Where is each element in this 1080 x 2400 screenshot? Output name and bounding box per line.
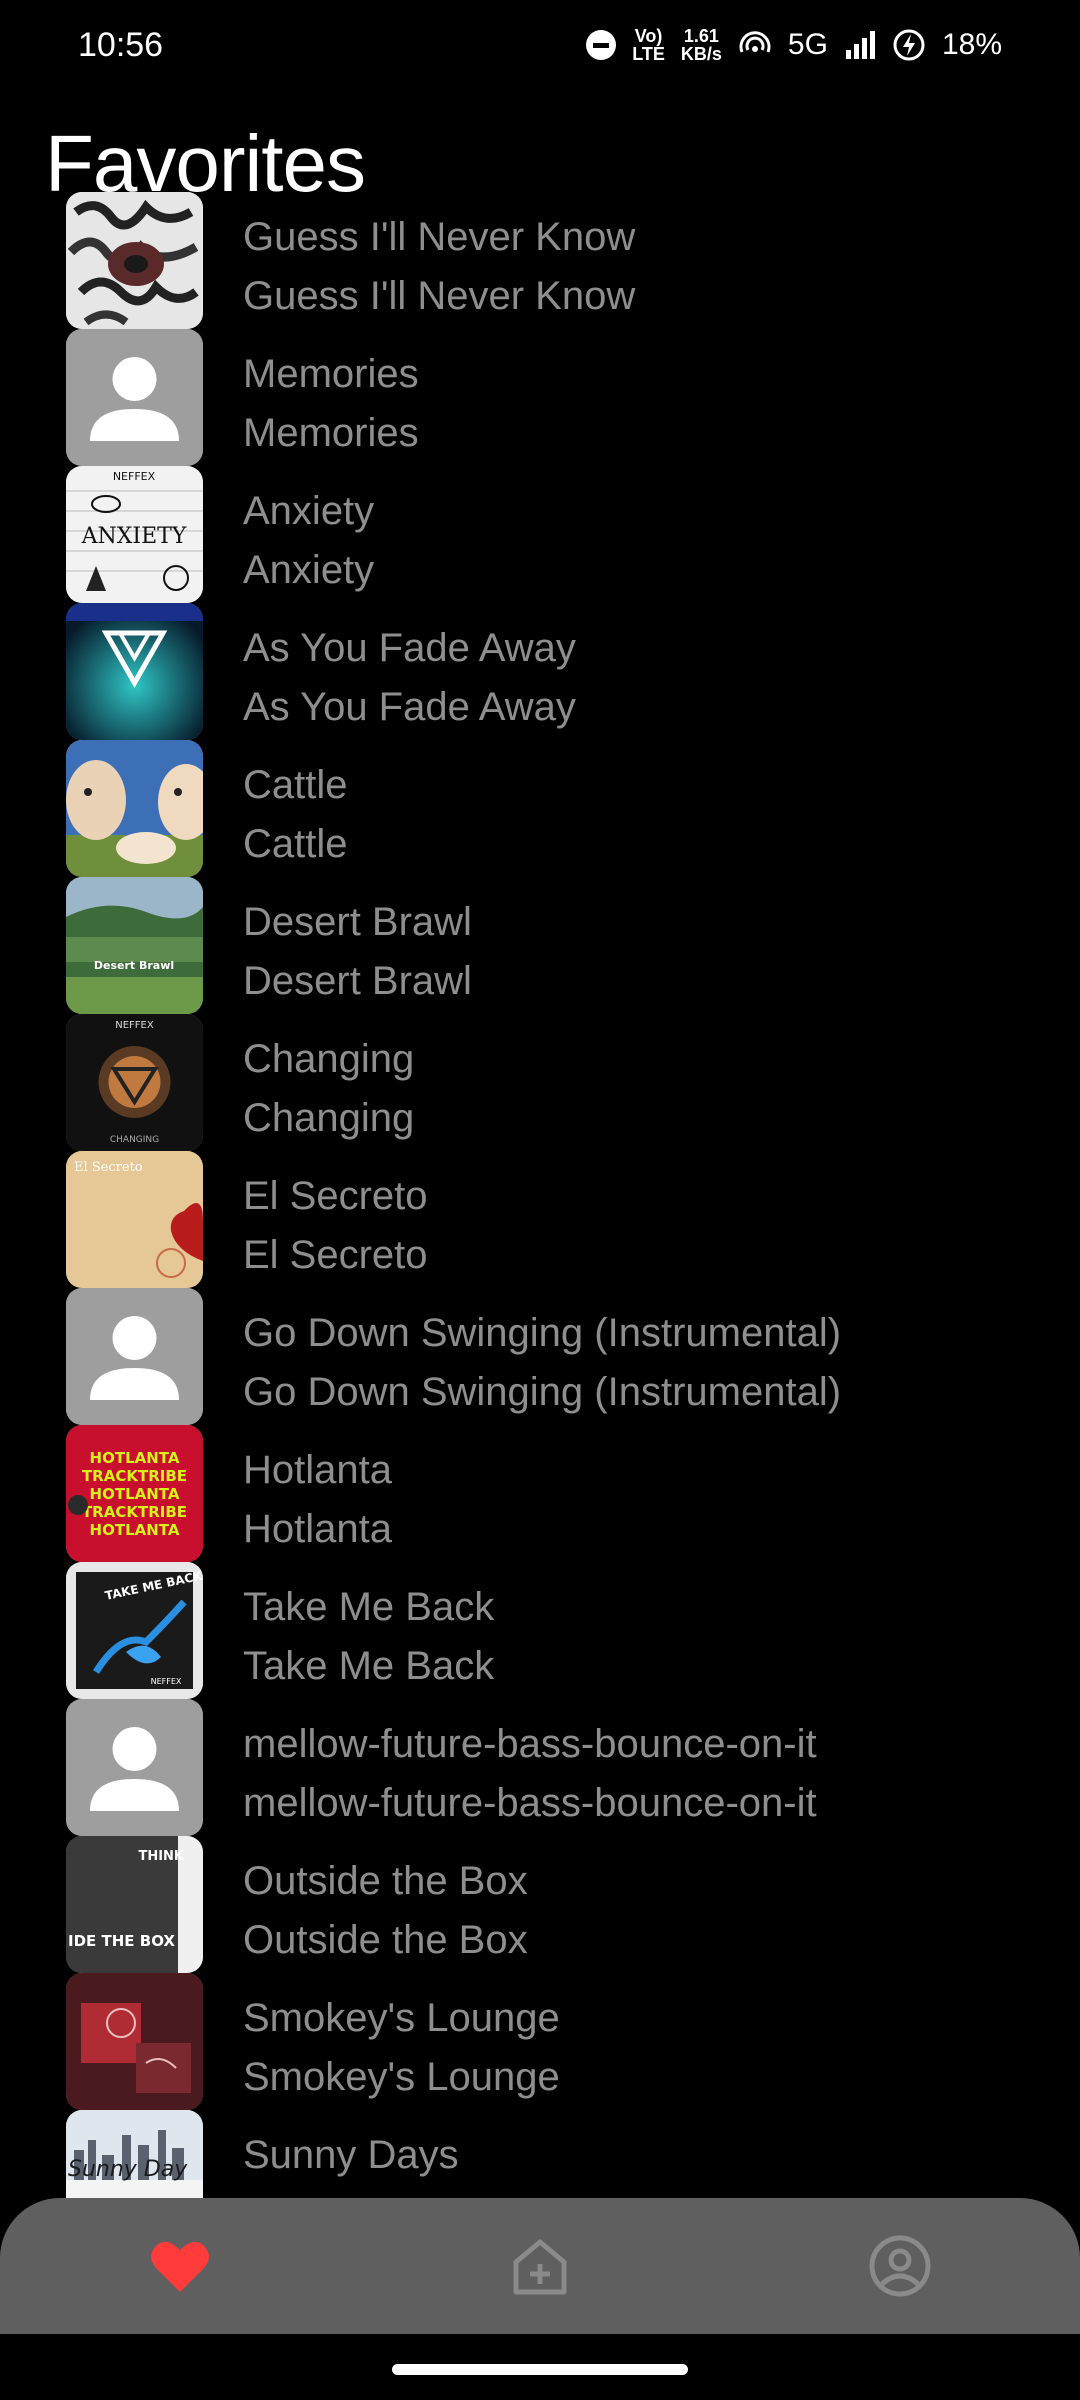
hotspot-icon xyxy=(738,30,772,60)
song-item[interactable]: El Secreto El Secreto El Secreto xyxy=(0,1151,1080,1288)
song-item[interactable]: As You Fade Away As You Fade Away xyxy=(0,603,1080,740)
home-add-icon xyxy=(513,2239,567,2295)
person-placeholder-icon xyxy=(66,329,203,466)
album-art: Sunny Day xyxy=(66,2110,203,2198)
album-art xyxy=(66,329,203,466)
song-title: mellow-future-bass-bounce-on-it xyxy=(243,1722,817,1766)
bottom-navigation xyxy=(0,2198,1080,2334)
song-item[interactable]: mellow-future-bass-bounce-on-it mellow-f… xyxy=(0,1699,1080,1836)
album-art: El Secreto xyxy=(66,1151,203,1288)
svg-text:HOTLANTA: HOTLANTA xyxy=(90,1485,180,1503)
nav-favorites-button[interactable] xyxy=(130,2216,230,2316)
song-title: Go Down Swinging (Instrumental) xyxy=(243,1311,842,1355)
album-art: NEFFEX ANXIETY xyxy=(66,466,203,603)
svg-text:HOTLANTA: HOTLANTA xyxy=(90,1449,180,1467)
song-artist: Anxiety xyxy=(243,548,375,592)
signal-icon xyxy=(844,30,876,60)
song-title: Hotlanta xyxy=(243,1448,392,1492)
album-art: TAKE ME BACK NEFFEX xyxy=(66,1562,203,1699)
svg-text:Sunny Day: Sunny Day xyxy=(68,2157,188,2182)
status-bar: 10:56 Vo) LTE 1.61 KB/s 5G 18% xyxy=(0,0,1080,90)
person-placeholder-icon xyxy=(66,1288,203,1425)
song-item[interactable]: HOTLANTA TRACKTRIBE HOTLANTA TRACKTRIBE … xyxy=(0,1425,1080,1562)
song-title: Desert Brawl xyxy=(243,900,472,944)
album-art: NEFFEX CHANGING xyxy=(66,1014,203,1151)
song-artist: mellow-future-bass-bounce-on-it xyxy=(243,1781,817,1825)
song-artist: Memories xyxy=(243,411,419,455)
svg-text:CHANGING: CHANGING xyxy=(110,1135,159,1145)
song-item[interactable]: Memories Memories xyxy=(0,329,1080,466)
song-artist: Desert Brawl xyxy=(243,959,472,1003)
song-title: Guess I'll Never Know xyxy=(243,215,636,259)
page-title: Favorites xyxy=(45,119,366,208)
favorites-list[interactable]: Guess I'll Never Know Guess I'll Never K… xyxy=(0,192,1080,2198)
status-icons: Vo) LTE 1.61 KB/s 5G 18% xyxy=(586,27,1002,63)
album-art xyxy=(66,1699,203,1836)
album-art xyxy=(66,1973,203,2110)
profile-icon xyxy=(869,2235,931,2297)
svg-text:ANXIETY: ANXIETY xyxy=(81,524,187,549)
svg-text:NEFFEX: NEFFEX xyxy=(151,1677,182,1686)
song-item[interactable]: NEFFEX CHANGING Changing Changing xyxy=(0,1014,1080,1151)
song-artist: Sunny Days xyxy=(243,2185,459,2198)
song-item[interactable]: Go Down Swinging (Instrumental) Go Down … xyxy=(0,1288,1080,1425)
album-art xyxy=(66,603,203,740)
heart-icon xyxy=(151,2241,209,2292)
song-item[interactable]: THINK IDE THE BOX Outside the Box Outsid… xyxy=(0,1836,1080,1973)
song-item[interactable]: Cattle Cattle xyxy=(0,740,1080,877)
battery-percent: 18% xyxy=(941,28,1002,61)
svg-text:NEFFEX: NEFFEX xyxy=(115,1020,154,1031)
album-art xyxy=(66,192,203,329)
svg-text:TRACKTRIBE: TRACKTRIBE xyxy=(82,1503,187,1521)
song-item[interactable]: Sunny Day Sunny Days Sunny Days xyxy=(0,2110,1080,2198)
svg-text:IDE THE BOX: IDE THE BOX xyxy=(68,1932,175,1950)
gesture-handle[interactable] xyxy=(392,2364,688,2375)
svg-text:HOTLANTA: HOTLANTA xyxy=(90,1521,180,1539)
song-item[interactable]: Guess I'll Never Know Guess I'll Never K… xyxy=(0,192,1080,329)
battery-charging-icon xyxy=(892,28,926,62)
song-item[interactable]: Desert Brawl Desert Brawl Desert Brawl xyxy=(0,877,1080,1014)
network-type: 5G xyxy=(787,28,828,61)
person-placeholder-icon xyxy=(66,1699,203,1836)
song-title: Memories xyxy=(243,352,419,396)
album-art xyxy=(66,740,203,877)
svg-text:NEFFEX: NEFFEX xyxy=(113,470,156,483)
song-artist: Hotlanta xyxy=(243,1507,392,1551)
song-title: Changing xyxy=(243,1037,415,1081)
svg-text:TRACKTRIBE: TRACKTRIBE xyxy=(82,1467,187,1485)
song-artist: As You Fade Away xyxy=(243,685,576,729)
album-art: HOTLANTA TRACKTRIBE HOTLANTA TRACKTRIBE … xyxy=(66,1425,203,1562)
song-item[interactable]: TAKE ME BACK NEFFEX Take Me Back Take Me… xyxy=(0,1562,1080,1699)
song-title: Outside the Box xyxy=(243,1859,528,1903)
album-art: Desert Brawl xyxy=(66,877,203,1014)
nav-home-button[interactable] xyxy=(490,2216,590,2316)
nav-profile-button[interactable] xyxy=(850,2216,950,2316)
song-artist: Changing xyxy=(243,1096,415,1140)
song-title: Anxiety xyxy=(243,489,375,533)
song-artist: Outside the Box xyxy=(243,1918,528,1962)
svg-text:THINK: THINK xyxy=(138,1849,184,1864)
song-title: Smokey's Lounge xyxy=(243,1996,560,2040)
song-title: Sunny Days xyxy=(243,2133,459,2177)
song-artist: Smokey's Lounge xyxy=(243,2055,560,2099)
album-art xyxy=(66,1288,203,1425)
song-artist: Guess I'll Never Know xyxy=(243,274,636,318)
song-title: Cattle xyxy=(243,763,348,807)
song-item[interactable]: Smokey's Lounge Smokey's Lounge xyxy=(0,1973,1080,2110)
song-title: Take Me Back xyxy=(243,1585,495,1629)
volte-icon: Vo) LTE xyxy=(632,26,665,64)
network-speed: 1.61 KB/s xyxy=(680,26,722,64)
song-item[interactable]: NEFFEX ANXIETY Anxiety Anxiety xyxy=(0,466,1080,603)
song-artist: El Secreto xyxy=(243,1233,428,1277)
svg-text:Desert Brawl: Desert Brawl xyxy=(94,959,174,972)
svg-text:El Secreto: El Secreto xyxy=(74,1160,143,1175)
do-not-disturb-icon xyxy=(586,30,617,60)
song-artist: Cattle xyxy=(243,822,348,866)
song-title: As You Fade Away xyxy=(243,626,576,670)
song-title: El Secreto xyxy=(243,1174,428,1218)
status-time: 10:56 xyxy=(78,25,164,64)
song-artist: Go Down Swinging (Instrumental) xyxy=(243,1370,842,1414)
album-art: THINK IDE THE BOX xyxy=(66,1836,203,1973)
song-artist: Take Me Back xyxy=(243,1644,495,1688)
